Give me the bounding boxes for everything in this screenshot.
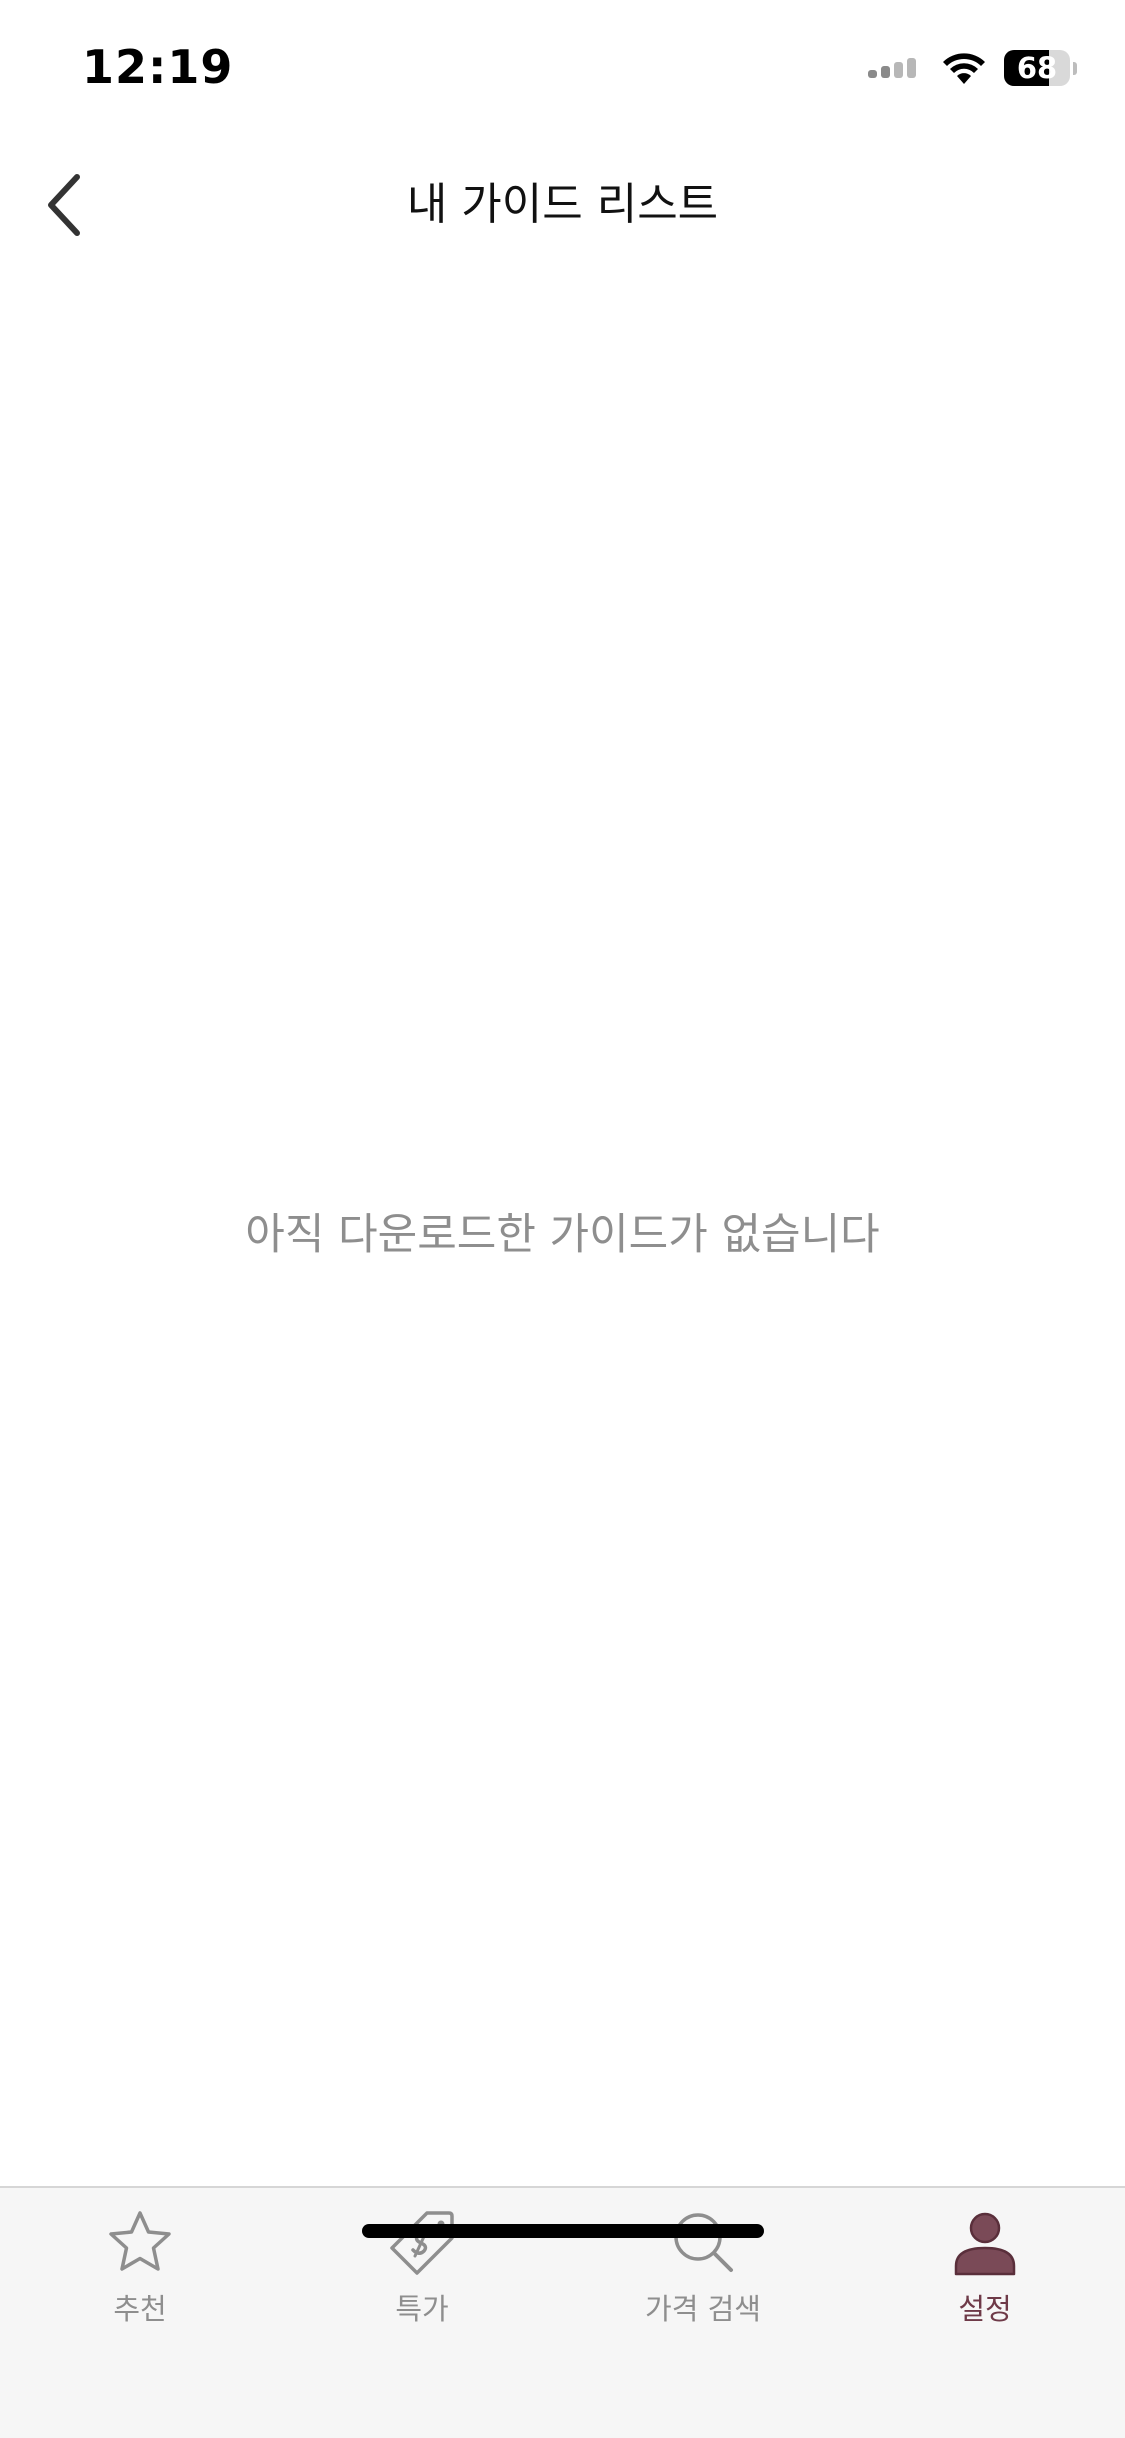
person-icon xyxy=(954,2212,1016,2276)
tab-label: 가격 검색 xyxy=(645,2292,761,2326)
search-icon xyxy=(674,2213,733,2272)
status-bar: 12:19 68 xyxy=(0,0,1125,140)
page-title: 내 가이드 리스트 xyxy=(406,179,719,230)
cellular-signal-icon xyxy=(868,58,920,78)
navigation-bar: 내 가이드 리스트 xyxy=(0,150,1125,260)
tab-label: 특가 xyxy=(395,2292,449,2326)
star-icon xyxy=(109,2211,171,2271)
chevron-left-icon xyxy=(48,174,80,236)
empty-state-message: 아직 다운로드한 가이드가 없습니다 xyxy=(245,1210,880,1260)
status-time: 12:19 xyxy=(82,40,234,94)
battery-icon: 68 xyxy=(1004,50,1070,86)
status-icons: 68 xyxy=(868,48,1077,88)
back-button[interactable] xyxy=(30,168,100,242)
tab-bar: 추천 특가 가격 검색 설정 xyxy=(0,2186,1125,2438)
home-indicator xyxy=(362,2224,764,2238)
tab-label: 추천 xyxy=(113,2292,167,2326)
tab-recommend[interactable]: 추천 xyxy=(40,2208,240,2338)
tab-label: 설정 xyxy=(958,2292,1012,2326)
wifi-icon xyxy=(943,53,985,84)
tab-settings[interactable]: 설정 xyxy=(885,2208,1085,2338)
battery-tip xyxy=(1073,61,1077,75)
battery-level: 68 xyxy=(1016,51,1058,85)
price-tag-icon xyxy=(390,2211,454,2275)
